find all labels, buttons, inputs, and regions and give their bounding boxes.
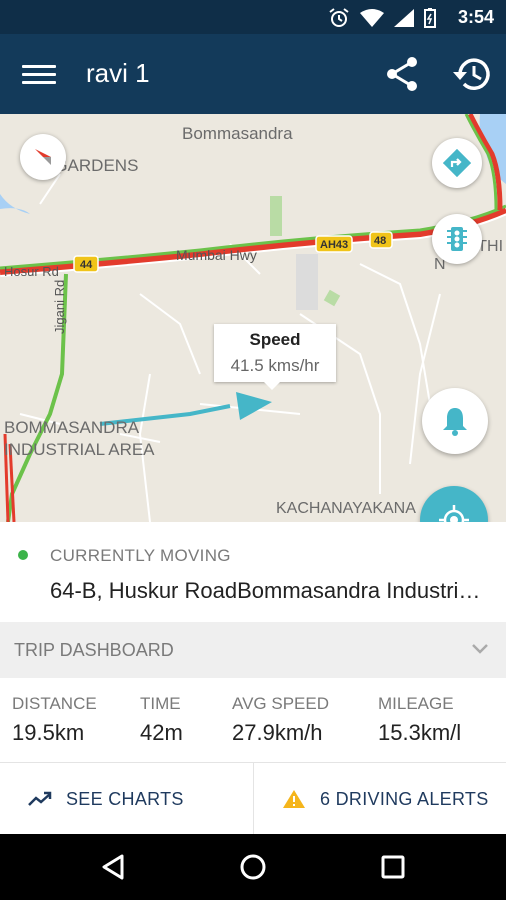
page-title: ravi 1 bbox=[86, 58, 150, 88]
recents-button[interactable] bbox=[376, 850, 410, 884]
back-button[interactable] bbox=[96, 850, 130, 884]
action-bar: SEE CHARTS 6 DRIVING ALERTS bbox=[0, 762, 506, 835]
speed-popup: Speed 41.5 kms/hr bbox=[214, 324, 336, 390]
stat-mileage: MILEAGE 15.3km/l bbox=[378, 694, 461, 746]
menu-icon[interactable] bbox=[22, 60, 56, 88]
trip-stats: DISTANCE 19.5km TIME 42m AVG SPEED 27.9k… bbox=[0, 678, 506, 762]
warning-icon bbox=[283, 790, 305, 808]
map-label-kachanayakana: KACHANAYAKANA bbox=[276, 500, 416, 517]
history-icon[interactable] bbox=[450, 54, 492, 94]
wifi-icon bbox=[360, 9, 384, 27]
driving-alerts-label: 6 DRIVING ALERTS bbox=[320, 788, 489, 809]
stat-value: 15.3km/l bbox=[378, 720, 462, 745]
directions-button[interactable] bbox=[432, 138, 482, 188]
stat-value: 42m bbox=[140, 720, 183, 745]
back-icon bbox=[102, 854, 124, 880]
app-bar: ravi 1 bbox=[0, 34, 506, 114]
shield-ah43-label: AH43 bbox=[320, 239, 349, 251]
battery-icon bbox=[424, 8, 436, 28]
compass-icon bbox=[35, 149, 51, 165]
bell-icon bbox=[443, 408, 467, 436]
traffic-light-icon bbox=[447, 227, 467, 251]
stat-label: DISTANCE bbox=[12, 694, 97, 713]
speed-popup-title: Speed bbox=[249, 330, 301, 349]
stat-time: TIME 42m bbox=[140, 694, 183, 746]
speed-popup-value: 41.5 kms/hr bbox=[230, 356, 320, 375]
stat-value: 27.9km/h bbox=[232, 720, 323, 745]
directions-icon bbox=[443, 149, 471, 177]
stat-label: AVG SPEED bbox=[232, 694, 329, 713]
moving-indicator bbox=[18, 550, 28, 560]
map-label-hosur-rd: Hosur Rd bbox=[4, 264, 59, 279]
stat-avg-speed: AVG SPEED 27.9km/h bbox=[232, 694, 329, 746]
home-icon bbox=[240, 854, 266, 880]
alarm-icon bbox=[329, 8, 349, 27]
map-label-jigani-rd: Jigani Rd bbox=[52, 279, 67, 334]
map-label-bommasandra: Bommasandra bbox=[182, 124, 293, 143]
map-view[interactable]: 44 AH43 48 Bommasandra RS GARDENS Mumbai… bbox=[0, 114, 506, 522]
map-label-industrial-2: INDUSTRIAL AREA bbox=[4, 440, 155, 459]
trending-up-icon bbox=[28, 791, 52, 806]
status-label: CURRENTLY MOVING bbox=[50, 546, 231, 565]
stat-label: MILEAGE bbox=[378, 694, 454, 713]
vehicle-status-panel[interactable]: CURRENTLY MOVING 64-B, Huskur RoadBommas… bbox=[0, 522, 506, 622]
stat-label: TIME bbox=[140, 694, 181, 713]
alerts-fab[interactable] bbox=[422, 388, 488, 454]
see-charts-label: SEE CHARTS bbox=[66, 788, 184, 809]
stat-value: 19.5km bbox=[12, 720, 85, 745]
status-bar: 3:54 bbox=[0, 0, 506, 34]
compass-button[interactable] bbox=[20, 134, 66, 180]
clock: 3:54 bbox=[457, 7, 494, 27]
map-label-mumbai-hwy: Mumbai Hwy bbox=[176, 247, 257, 263]
chevron-down-icon[interactable] bbox=[470, 640, 490, 656]
trip-dashboard-header[interactable]: TRIP DASHBOARD bbox=[0, 622, 506, 678]
action-divider bbox=[253, 763, 254, 835]
see-charts-button[interactable]: SEE CHARTS bbox=[28, 763, 184, 835]
share-icon[interactable] bbox=[384, 54, 420, 94]
map-label-industrial-1: BOMMASANDRA bbox=[4, 418, 140, 437]
stat-distance: DISTANCE 19.5km bbox=[12, 694, 97, 746]
shield-48-label: 48 bbox=[374, 235, 387, 247]
system-nav-bar bbox=[0, 834, 506, 900]
status-icons bbox=[328, 8, 436, 28]
signal-icon bbox=[394, 9, 414, 27]
home-button[interactable] bbox=[236, 850, 270, 884]
current-address: 64-B, Huskur RoadBommasandra Industrial … bbox=[50, 578, 490, 603]
shield-44-label: 44 bbox=[80, 259, 93, 271]
driving-alerts-button[interactable]: 6 DRIVING ALERTS bbox=[282, 763, 489, 835]
recents-icon bbox=[381, 855, 405, 879]
traffic-button[interactable] bbox=[432, 214, 482, 264]
trip-dashboard-label: TRIP DASHBOARD bbox=[14, 640, 174, 660]
